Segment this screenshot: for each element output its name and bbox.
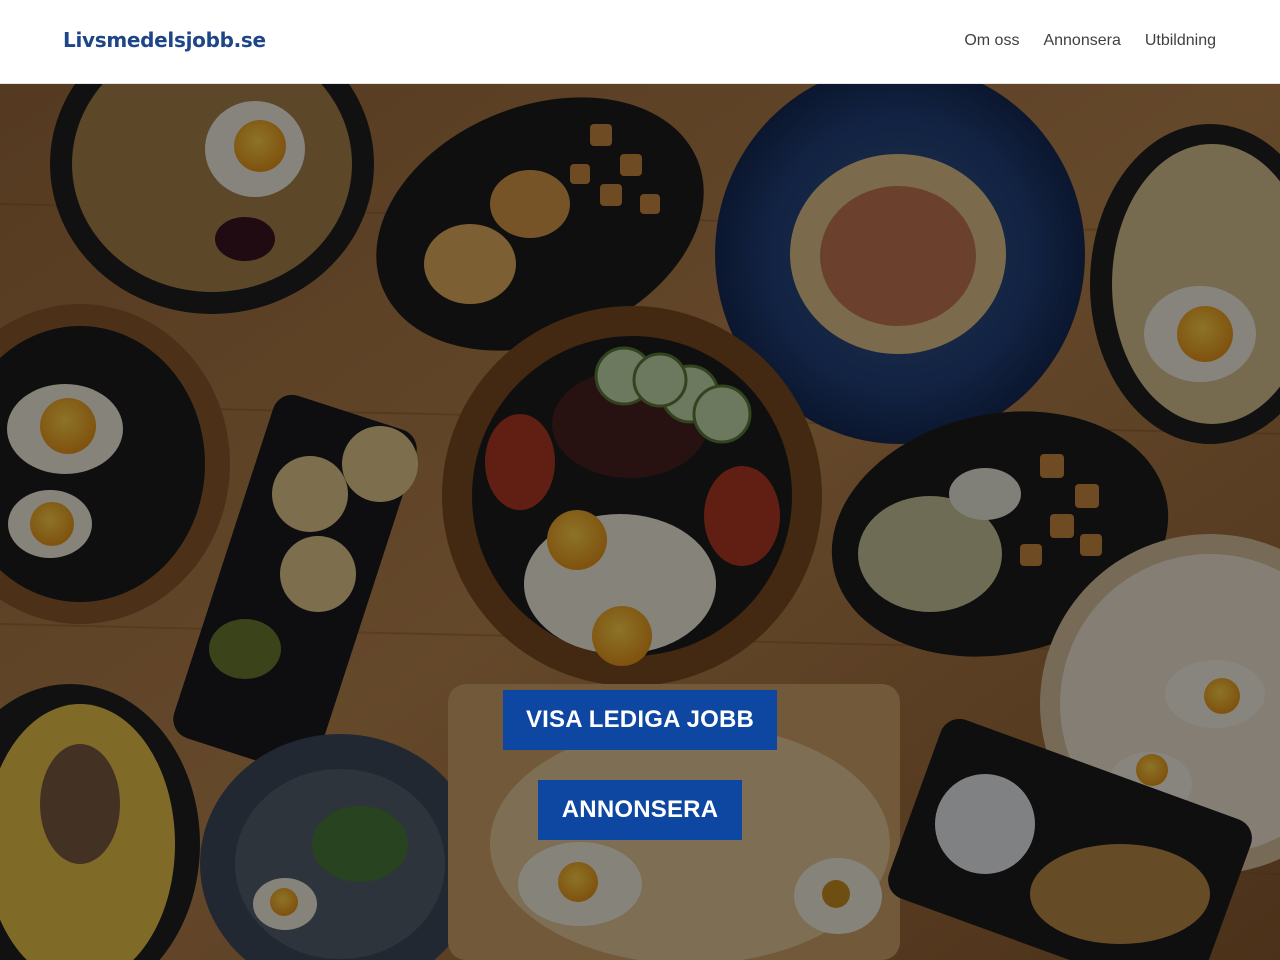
nav-item-om-oss[interactable]: Om oss bbox=[964, 32, 1019, 50]
site-header: Livsmedelsjobb.se Om oss Annonsera Utbil… bbox=[0, 0, 1280, 84]
site-logo[interactable]: Livsmedelsjobb.se bbox=[63, 28, 266, 52]
hero-section: VISA LEDIGA JOBB ANNONSERA bbox=[0, 84, 1280, 960]
advertise-button[interactable]: ANNONSERA bbox=[538, 780, 742, 840]
nav-item-utbildning[interactable]: Utbildning bbox=[1145, 32, 1216, 50]
main-nav: Om oss Annonsera Utbildning bbox=[964, 32, 1216, 50]
show-jobs-button[interactable]: VISA LEDIGA JOBB bbox=[503, 690, 777, 750]
nav-item-annonsera[interactable]: Annonsera bbox=[1043, 32, 1120, 50]
